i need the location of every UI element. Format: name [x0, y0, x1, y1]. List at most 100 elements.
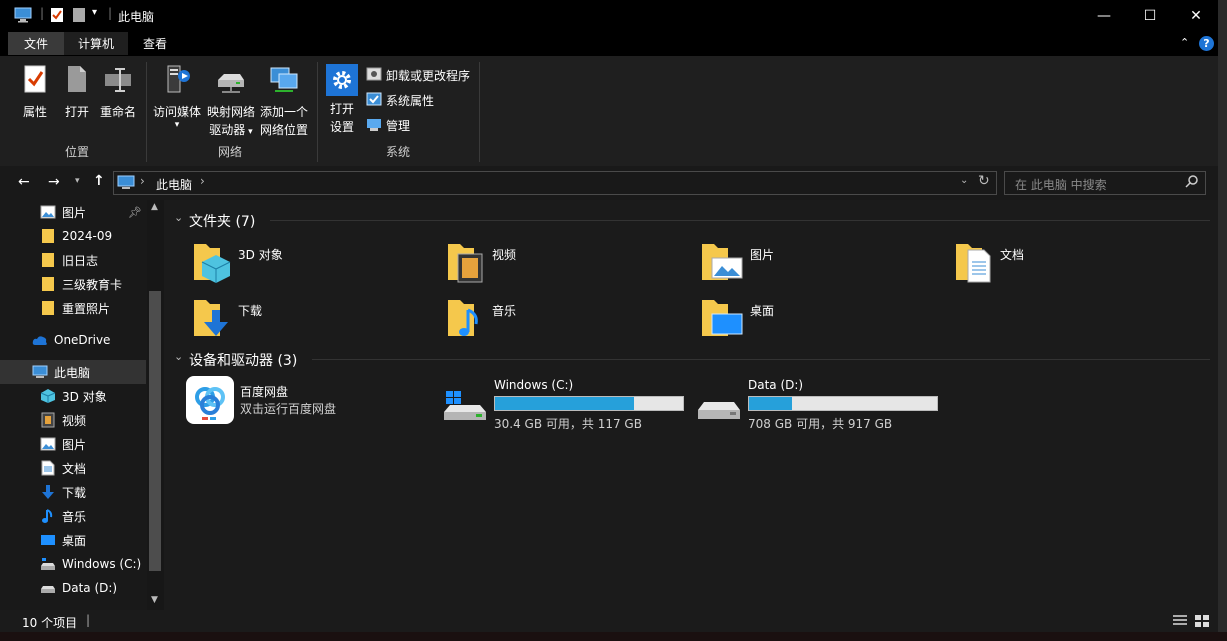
address-history-icon[interactable]: ⌄	[960, 175, 968, 186]
folder-item-3d-objects[interactable]: 3D 对象	[192, 240, 283, 287]
programs-icon	[366, 66, 382, 85]
nav-item-drive-d[interactable]: Data (D:)	[0, 576, 146, 600]
ribbon-separator	[317, 62, 318, 162]
drive-item-c[interactable]: Windows (C:) 30.4 GB 可用，共 117 GB	[442, 376, 684, 432]
collapse-section-icon[interactable]: ⌄	[174, 350, 183, 363]
3d-objects-folder-icon	[192, 240, 232, 287]
folder-item-downloads[interactable]: 下载	[192, 296, 262, 343]
devices-section-header[interactable]: 设备和驱动器 (3)	[189, 350, 297, 370]
nav-item-documents[interactable]: 文档	[0, 456, 146, 480]
tab-file[interactable]: 文件	[8, 32, 64, 55]
collapse-section-icon[interactable]: ⌄	[174, 211, 183, 224]
hard-drive-icon	[40, 580, 56, 596]
3d-objects-icon	[40, 388, 56, 404]
scroll-down-icon[interactable]: ▼	[151, 595, 158, 605]
folder-item-music[interactable]: 音乐	[446, 296, 516, 343]
folders-section-header[interactable]: 文件夹 (7)	[189, 211, 255, 231]
group-label-network: 网络	[217, 145, 242, 159]
uninstall-programs-button[interactable]: 卸载或更改程序	[366, 66, 470, 84]
drive-item-d[interactable]: Data (D:) 708 GB 可用，共 917 GB	[696, 376, 938, 432]
nav-item-education-card[interactable]: 三级教育卡	[0, 272, 146, 296]
drive-d-usage-bar	[748, 396, 938, 411]
nav-item-quick-pictures[interactable]: 图片 📌︎	[0, 200, 146, 224]
open-settings-button[interactable]: 打开 设置	[322, 64, 362, 136]
address-bar[interactable]: › 此电脑 › ⌄ ↻	[113, 171, 997, 195]
nav-item-2024-09[interactable]: 2024-09	[0, 224, 146, 248]
open-file-icon	[60, 64, 94, 99]
nav-item-desktop[interactable]: 桌面	[0, 528, 146, 552]
nav-item-pictures[interactable]: 图片	[0, 432, 146, 456]
folder-item-documents[interactable]: 文档	[954, 240, 1024, 287]
large-icons-view-icon[interactable]	[1194, 614, 1210, 631]
hard-drive-icon	[696, 390, 742, 425]
nav-item-downloads[interactable]: 下载	[0, 480, 146, 504]
ribbon: 属性 打开 重命名 位置 访问媒体 ▾ 映射网络 驱动器 ▾ 添加一个 网络位置	[0, 56, 1218, 167]
details-view-icon[interactable]	[1172, 614, 1188, 631]
properties-icon[interactable]	[50, 7, 64, 26]
computer-icon[interactable]	[14, 7, 32, 26]
search-placeholder[interactable]: 在 此电脑 中搜索	[1015, 176, 1107, 193]
nav-item-drive-c[interactable]: Windows (C:)	[0, 552, 146, 576]
baidu-netdisk-item[interactable]: 百度网盘 双击运行百度网盘	[186, 376, 336, 424]
back-arrow-icon[interactable]: ←	[18, 174, 30, 190]
nav-item-3d-objects[interactable]: 3D 对象	[0, 384, 146, 408]
open-button[interactable]: 打开	[60, 64, 94, 121]
rename-button[interactable]: 重命名	[98, 64, 138, 121]
refresh-icon[interactable]: ↻	[978, 173, 990, 189]
nav-item-old-logs[interactable]: 旧日志	[0, 248, 146, 272]
nav-item-music[interactable]: 音乐	[0, 504, 146, 528]
window-title: 此电脑	[118, 10, 155, 24]
folder-icon	[40, 252, 56, 268]
maximize-button[interactable]: ☐	[1127, 0, 1173, 31]
pin-icon[interactable]: 📌︎	[128, 206, 142, 219]
minimize-button[interactable]: —	[1081, 0, 1127, 31]
customize-quick-access-icon[interactable]: ▾	[92, 7, 97, 18]
background-desktop-strip	[1218, 0, 1227, 641]
system-properties-icon	[366, 91, 382, 110]
add-network-location-button[interactable]: 添加一个 网络位置	[258, 64, 310, 139]
tab-view[interactable]: 查看	[128, 32, 182, 55]
search-icon[interactable]	[1185, 174, 1199, 191]
folder-icon	[40, 276, 56, 292]
item-count: 10 个项目	[22, 616, 78, 630]
tab-computer[interactable]: 计算机	[64, 32, 128, 55]
folder-item-videos[interactable]: 视频	[446, 240, 516, 287]
breadcrumb[interactable]: 此电脑	[156, 176, 192, 193]
group-label-location: 位置	[64, 145, 89, 159]
manage-button[interactable]: 管理	[366, 116, 410, 134]
downloads-folder-icon	[192, 296, 232, 343]
new-folder-icon[interactable]	[72, 7, 86, 26]
scrollbar-thumb[interactable]	[149, 291, 161, 571]
content-area: ⌄ 文件夹 (7) 3D 对象 视频 图片 文档 下载 音乐 桌面 ⌄ 设备和驱…	[166, 200, 1218, 610]
nav-item-reset-photos[interactable]: 重置照片	[0, 296, 146, 320]
up-arrow-icon[interactable]: ↑	[93, 173, 105, 189]
drive-d-space-info: 708 GB 可用，共 917 GB	[748, 417, 893, 431]
drive-c-usage-bar	[494, 396, 684, 411]
folder-item-pictures[interactable]: 图片	[700, 240, 774, 287]
close-button[interactable]: ✕	[1173, 0, 1219, 31]
system-properties-button[interactable]: 系统属性	[366, 91, 434, 109]
help-icon[interactable]: ?	[1199, 36, 1214, 51]
collapse-ribbon-icon[interactable]: ⌃	[1180, 36, 1189, 49]
scroll-up-icon[interactable]: ▲	[151, 202, 158, 212]
folder-item-desktop[interactable]: 桌面	[700, 296, 774, 343]
map-network-drive-button[interactable]: 映射网络 驱动器 ▾	[204, 64, 258, 141]
nav-pane-scrollbar[interactable]: ▲ ▼	[147, 200, 164, 610]
recent-locations-icon[interactable]: ▾	[75, 176, 80, 186]
drive-c-space-info: 30.4 GB 可用，共 117 GB	[494, 417, 642, 431]
nav-item-onedrive[interactable]: OneDrive	[0, 328, 146, 352]
nav-item-this-pc[interactable]: 此电脑	[0, 360, 146, 384]
video-film-icon	[40, 412, 56, 428]
onedrive-cloud-icon	[32, 332, 48, 348]
properties-button[interactable]: 属性	[18, 64, 52, 121]
folder-icon	[40, 300, 56, 316]
breadcrumb-chevron-icon[interactable]: ›	[140, 174, 145, 188]
access-media-button[interactable]: 访问媒体 ▾	[150, 64, 204, 130]
ribbon-separator	[479, 62, 480, 162]
forward-arrow-icon[interactable]: →	[48, 174, 60, 190]
search-box[interactable]: 在 此电脑 中搜索	[1004, 171, 1206, 195]
breadcrumb-chevron-icon[interactable]: ›	[200, 174, 205, 188]
nav-item-videos[interactable]: 视频	[0, 408, 146, 432]
documents-folder-icon	[954, 240, 994, 287]
folder-icon	[40, 228, 56, 244]
